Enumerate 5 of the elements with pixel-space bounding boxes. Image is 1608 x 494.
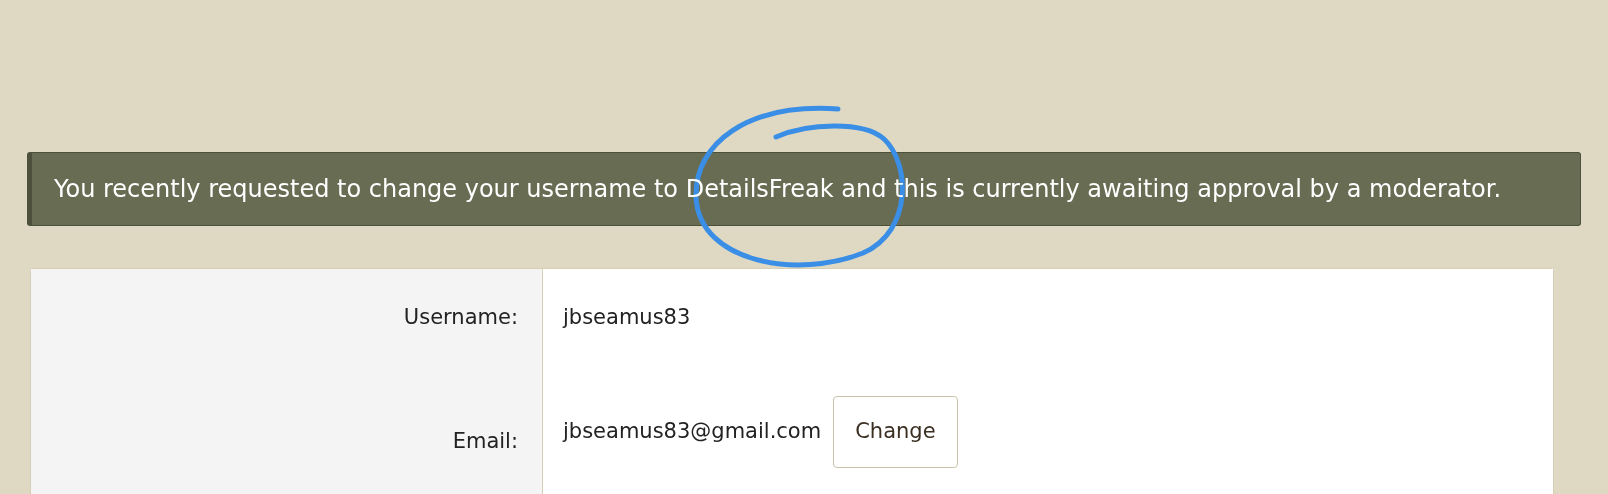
- change-button[interactable]: Change: [833, 395, 958, 468]
- field-label: Email:: [452, 429, 518, 453]
- field-value: jbseamus83: [563, 304, 691, 331]
- field-label: Username:: [403, 305, 518, 329]
- field-value: jbseamus83@gmail.com: [563, 417, 822, 445]
